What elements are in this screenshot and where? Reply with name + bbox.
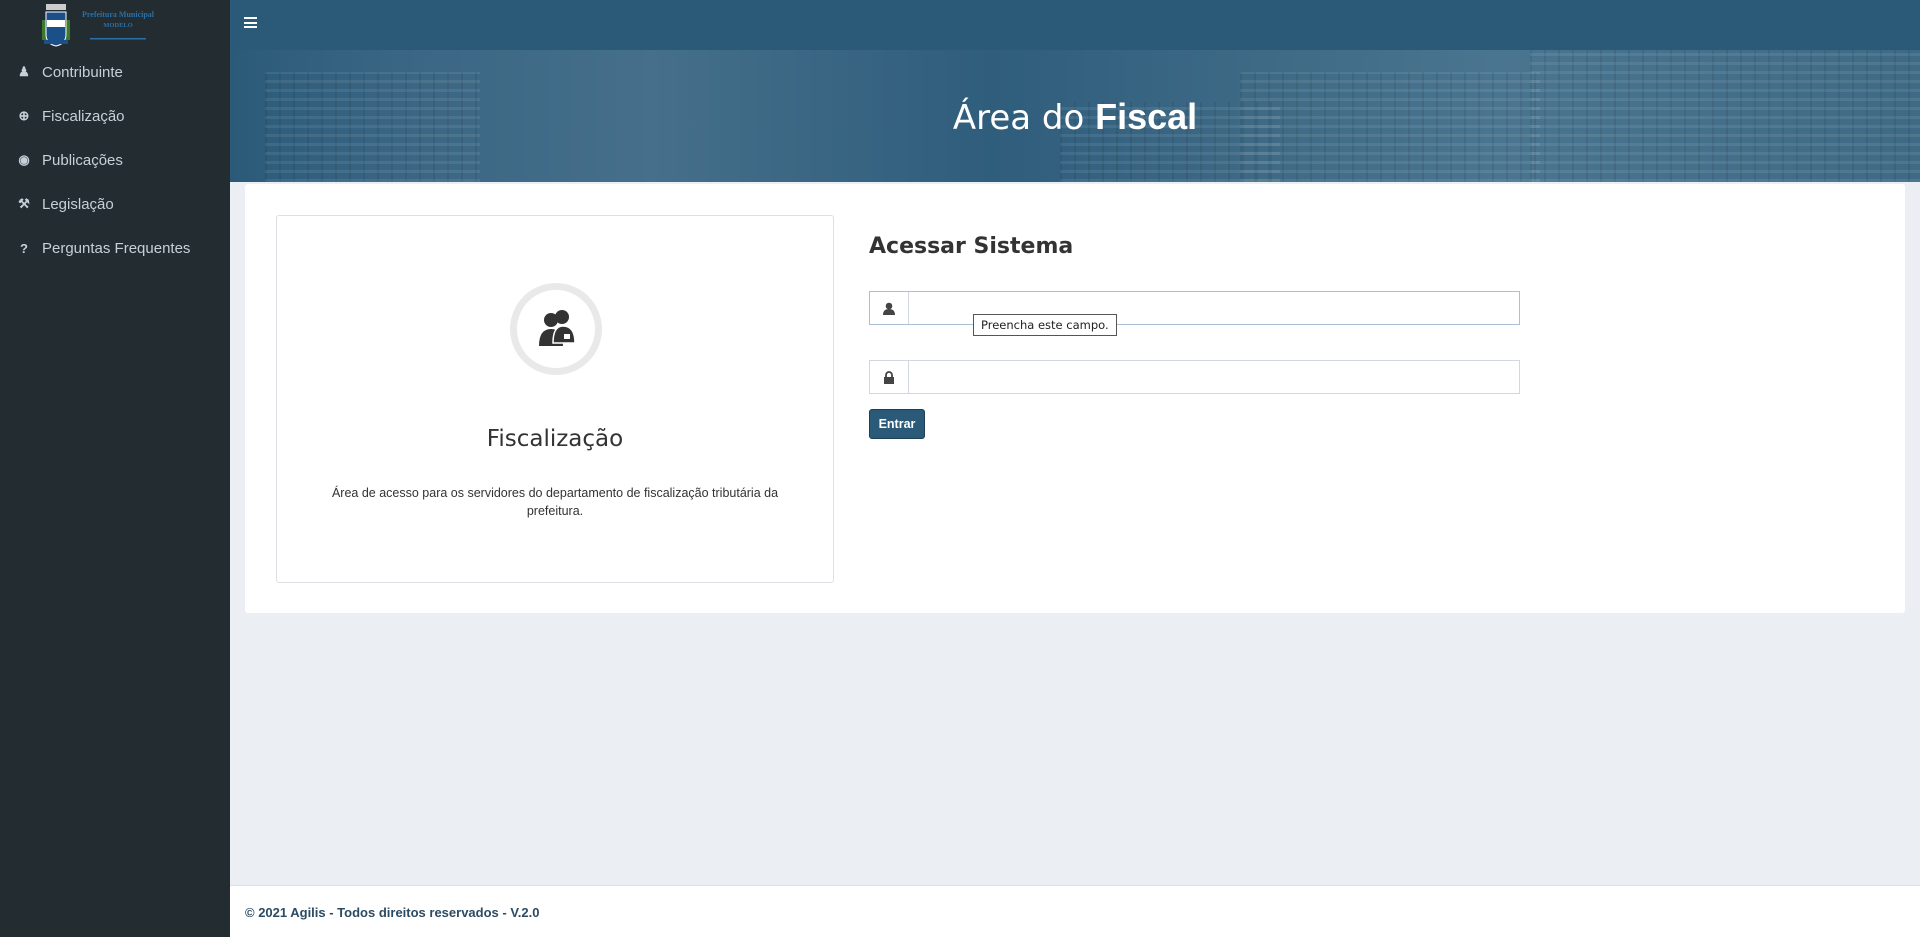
copyright-text: © 2021 Agilis - Todos direitos reservado… bbox=[245, 905, 540, 920]
page-title: Área do Fiscal bbox=[952, 96, 1198, 138]
sidebar-item-label: Legislação bbox=[42, 195, 114, 213]
sidebar-item-perguntas-frequentes[interactable]: ? Perguntas Frequentes bbox=[0, 230, 230, 266]
sidebar-item-fiscalizacao[interactable]: ⊕ Fiscalização bbox=[0, 98, 230, 134]
sidebar-item-label: Fiscalização bbox=[42, 107, 125, 125]
logo[interactable]: Prefeitura Municipal MODELO bbox=[40, 2, 180, 50]
sidebar-item-label: Perguntas Frequentes bbox=[42, 239, 191, 257]
sidebar: Prefeitura Municipal MODELO ♟ Contribuint… bbox=[0, 0, 230, 937]
users-icon bbox=[510, 283, 602, 375]
password-group bbox=[869, 360, 1520, 394]
user-icon bbox=[870, 292, 909, 324]
top-bar bbox=[230, 0, 1920, 50]
username-group bbox=[869, 291, 1520, 325]
gavel-icon: ⚒ bbox=[18, 196, 30, 211]
validation-tooltip: Preencha este campo. bbox=[973, 314, 1117, 336]
card-description: Área de acesso para os servidores do dep… bbox=[331, 486, 779, 518]
password-input[interactable] bbox=[909, 361, 1519, 393]
coat-of-arms-logo: Prefeitura Municipal MODELO bbox=[42, 4, 155, 47]
logo-text: Prefeitura Municipal bbox=[82, 10, 155, 19]
page-banner: Área do Fiscal bbox=[230, 50, 1920, 182]
lock-icon bbox=[870, 361, 909, 393]
globe-icon: ◉ bbox=[18, 152, 30, 167]
login-button[interactable]: Entrar bbox=[869, 409, 925, 439]
sidebar-item-label: Contribuinte bbox=[42, 63, 123, 81]
svg-text:MODELO: MODELO bbox=[103, 22, 133, 29]
info-card: Fiscalização Área de acesso para os serv… bbox=[276, 215, 834, 583]
zoom-in-icon: ⊕ bbox=[18, 108, 30, 123]
user-icon: ♟ bbox=[18, 64, 30, 79]
form-title: Acessar Sistema bbox=[869, 234, 1074, 259]
login-panel: Fiscalização Área de acesso para os serv… bbox=[245, 184, 1905, 613]
footer: © 2021 Agilis - Todos direitos reservado… bbox=[230, 885, 1920, 937]
sidebar-item-label: Publicações bbox=[42, 151, 123, 169]
card-title: Fiscalização bbox=[486, 426, 624, 452]
sidebar-item-contribuinte[interactable]: ♟ Contribuinte bbox=[0, 54, 230, 90]
question-icon: ? bbox=[20, 240, 28, 256]
sidebar-item-publicacoes[interactable]: ◉ Publicações bbox=[0, 142, 230, 178]
sidebar-item-legislacao[interactable]: ⚒ Legislação bbox=[0, 186, 230, 222]
hamburger-menu-icon[interactable] bbox=[244, 17, 257, 28]
